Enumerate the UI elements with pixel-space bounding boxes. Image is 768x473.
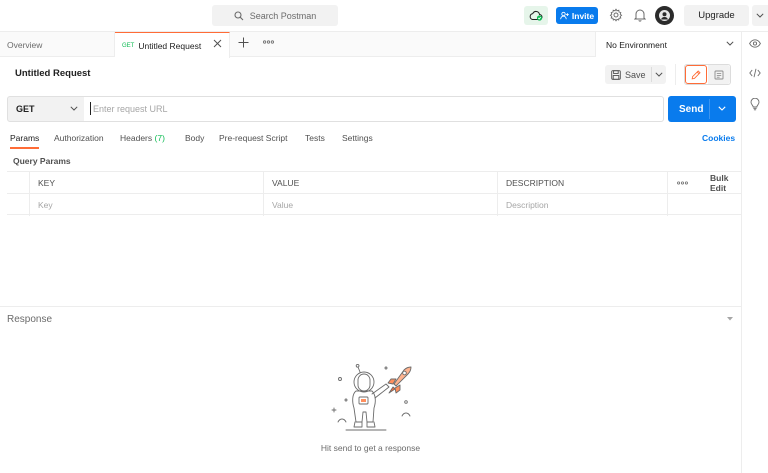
close-icon[interactable] [213, 39, 222, 48]
chevron-down-icon[interactable] [726, 41, 734, 46]
invite-label: Invite [572, 11, 594, 21]
tab-authorization[interactable]: Authorization [54, 133, 104, 143]
tab-tests[interactable]: Tests [305, 133, 325, 143]
table-header-row: KEY VALUE DESCRIPTION Bulk Edit [7, 171, 741, 193]
response-pane-divider[interactable] [0, 306, 741, 307]
collapse-response-chevron-down-icon[interactable] [727, 317, 733, 321]
row-actions-cell [667, 194, 741, 216]
tab-pre-request-script[interactable]: Pre-request Script [219, 133, 288, 143]
environment-selector[interactable]: No Environment [595, 32, 741, 57]
settings-gear-icon[interactable] [609, 8, 623, 22]
text-cursor [90, 102, 91, 115]
row-checkbox-cell [7, 194, 29, 216]
value-input[interactable]: Value [263, 194, 497, 216]
url-placeholder: Enter request URL [93, 104, 168, 114]
documentation-mode-button[interactable] [708, 65, 730, 84]
tab-headers[interactable]: Headers (7) [120, 133, 165, 143]
sync-status-button[interactable] [524, 6, 548, 25]
save-options-chevron-down-icon[interactable] [655, 72, 663, 77]
user-avatar-icon[interactable] [655, 6, 674, 25]
active-tab-indicator [10, 147, 39, 149]
send-options-chevron-down-icon[interactable] [718, 106, 726, 111]
search-placeholder: Search Postman [250, 11, 317, 21]
tab-settings[interactable]: Settings [342, 133, 373, 143]
upgrade-label: Upgrade [698, 10, 734, 21]
column-header-value: VALUE [263, 172, 497, 194]
code-snippet-code-icon[interactable] [749, 68, 761, 78]
search-icon [234, 11, 250, 21]
tab-overview-label: Overview [7, 40, 42, 50]
pencil-icon [691, 70, 701, 80]
tab-overview[interactable]: Overview [0, 32, 115, 57]
sync-cloud-icon [529, 10, 543, 21]
environment-selected-label: No Environment [606, 40, 667, 50]
key-input[interactable]: Key [29, 194, 263, 216]
response-heading: Response [7, 314, 52, 325]
new-tab-plus-icon[interactable] [238, 37, 249, 48]
send-divider [709, 99, 710, 119]
empty-response-message: Hit send to get a response [0, 443, 741, 453]
divider [675, 64, 676, 85]
save-icon [611, 70, 621, 80]
tab-headers-label: Headers [120, 133, 152, 143]
environment-quick-look-eye-icon[interactable] [749, 39, 761, 48]
add-user-icon [560, 11, 572, 20]
query-params-heading: Query Params [13, 156, 71, 166]
headers-count-badge: (7) [155, 133, 165, 143]
lightbulb-icon[interactable] [750, 98, 760, 111]
save-divider [651, 67, 652, 82]
top-header [0, 0, 768, 32]
edit-mode-button[interactable] [685, 65, 707, 84]
save-label: Save [625, 70, 646, 80]
request-title[interactable]: Untitled Request [15, 68, 90, 79]
column-header-key: KEY [29, 172, 263, 194]
invite-button[interactable]: Invite [556, 7, 598, 24]
chevron-down-icon[interactable] [70, 106, 78, 111]
global-search[interactable]: Search Postman [212, 5, 338, 26]
tab-method-badge: GET [122, 43, 134, 49]
more-tabs-more-horizontal-icon[interactable] [263, 40, 274, 44]
send-label: Send [679, 104, 703, 115]
table-row: Key Value Description [7, 193, 741, 215]
documentation-icon [714, 70, 724, 80]
account-menu-chevron-down-icon[interactable] [752, 5, 768, 26]
astronaut-illustration [316, 360, 426, 438]
tab-body[interactable]: Body [185, 133, 204, 143]
tab-untitled-request-label: Untitled Request [138, 41, 201, 51]
column-header-description: DESCRIPTION [497, 172, 667, 194]
upgrade-button[interactable]: Upgrade [684, 5, 749, 26]
more-horizontal-icon[interactable] [677, 181, 688, 185]
url-input[interactable] [84, 96, 664, 122]
notification-bell-icon[interactable] [634, 8, 646, 22]
query-params-table: KEY VALUE DESCRIPTION Bulk Edit Key Valu… [7, 171, 741, 215]
method-label: GET [16, 104, 35, 114]
tab-params[interactable]: Params [10, 133, 39, 143]
cookies-link[interactable]: Cookies [702, 133, 735, 143]
row-checkbox-column [7, 172, 29, 194]
description-input[interactable]: Description [497, 194, 667, 216]
